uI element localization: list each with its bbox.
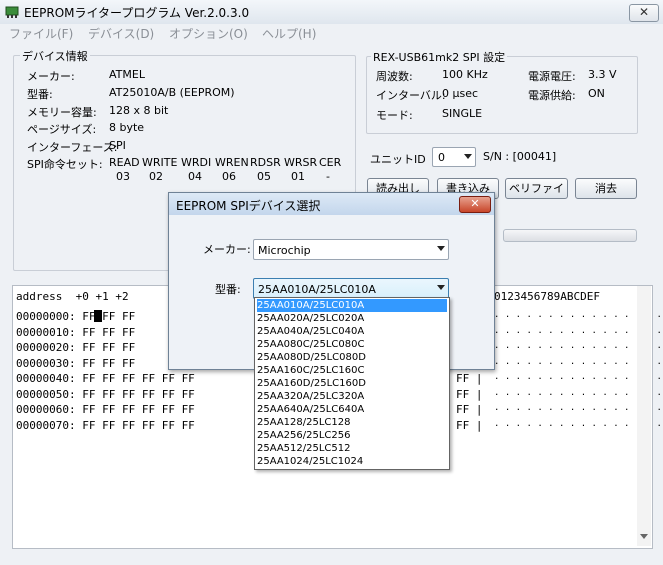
interval-label: インターバル: [376, 89, 446, 102]
model-dropdown-list: 25AA010A/25LC010A 25AA020A/25LC020A 25AA04… [254, 297, 450, 470]
hex-row-bytes: 00000050: FF FF FF FF FF FF [16, 387, 195, 401]
voltage-value: 3.3 V [588, 68, 617, 81]
chevron-down-icon [464, 154, 472, 159]
voltage-label: 電源電圧: [528, 70, 576, 83]
dialog-title: EEPROM SPIデバイス選択 [176, 199, 321, 213]
hex-row-tail: FF | [456, 403, 483, 416]
device-info-value: 8 byte [109, 121, 145, 134]
device-info-label: メーカー: [27, 70, 75, 83]
model-option[interactable]: 25AA080D/25LC080D [257, 351, 447, 364]
spi-cmd-name: RDSR [250, 156, 281, 169]
unit-id-label: ユニットID [370, 153, 426, 166]
hex-row-tail: FF | [456, 387, 483, 401]
dialog-close-button[interactable]: ✕ [459, 196, 491, 213]
menu-help[interactable]: ヘルプ(H) [262, 25, 316, 42]
window-title: EEPROMライタープログラム Ver.2.0.3.0 [24, 6, 250, 20]
spi-cmd-name: WRSR [284, 156, 318, 169]
spi-cmd-name: WRDI [181, 156, 212, 169]
spi-cmd-code: 03 [116, 170, 130, 183]
model-label: 型番: [215, 283, 241, 296]
device-info-label: 型番: [27, 88, 53, 101]
interval-value: 0 μsec [442, 87, 479, 100]
model-option[interactable]: 25AA256/25LC256 [257, 429, 447, 442]
model-option[interactable]: 25AA512/25LC512 [257, 442, 447, 455]
hex-row-tail: FF | [456, 418, 483, 432]
spi-cmd-label: SPI命令セット: [27, 158, 103, 171]
chip-icon [5, 6, 19, 18]
spi-cmd-name: WRITE [142, 156, 178, 169]
menu-bar: ファイル(F) デバイス(D) オプション(O) ヘルプ(H) [0, 24, 663, 42]
spi-cmd-code: 05 [257, 170, 271, 183]
model-value: 25AA010A/25LC010A [258, 283, 376, 296]
chevron-down-icon [437, 285, 445, 290]
dialog-title-bar: EEPROM SPIデバイス選択 ✕ [169, 193, 494, 215]
model-option[interactable]: 25AA640A/25LC640A [257, 403, 447, 416]
spi-cmd-code: - [326, 170, 330, 183]
device-info-value: AT25010A/B (EEPROM) [109, 86, 235, 99]
spi-cmd-name: WREN [215, 156, 249, 169]
serial-number: S/N : [00041] [483, 150, 557, 163]
unit-id-value: 0 [438, 151, 445, 164]
spi-cmd-name: CER [319, 156, 342, 169]
spi-cmd-code: 04 [188, 170, 202, 183]
device-info-legend: デバイス情報 [20, 48, 90, 64]
model-option[interactable]: 25AA160D/25LC160D [257, 377, 447, 390]
model-option[interactable]: 25AA020A/25LC020A [257, 312, 447, 325]
hex-row-bytes: 00000000: FF FF FF [16, 310, 136, 323]
maker-label: メーカー: [203, 243, 251, 256]
hex-row-bytes: 00000020: FF FF FF [16, 341, 136, 354]
hex-row-bytes: 00000070: FF FF FF FF FF FF [16, 418, 195, 432]
model-option[interactable]: 25AA1024/25LC1024 [257, 455, 447, 468]
menu-option[interactable]: オプション(O) [169, 25, 248, 42]
model-option[interactable]: 25AA160C/25LC160C [257, 364, 447, 377]
hex-row-bytes: 00000060: FF FF FF FF FF FF [16, 403, 195, 416]
model-option[interactable]: 25AA128/25LC128 [257, 416, 447, 429]
hex-header-ascii: 0123456789ABCDEF [494, 290, 600, 303]
spi-cmd-code: 02 [149, 170, 163, 183]
progress-bar [503, 229, 637, 242]
spi-settings-legend: REX-USB61mk2 SPI 設定 [371, 49, 508, 65]
device-info-label: インターフェース: [27, 141, 118, 154]
hex-header-address: address +0 +1 +2 [16, 290, 129, 303]
device-info-label: メモリー容量: [27, 106, 97, 119]
freq-value: 100 KHz [442, 68, 488, 81]
model-option[interactable]: 25AA010A/25LC010A [257, 299, 447, 312]
model-select[interactable]: 25AA010A/25LC010A [253, 278, 449, 299]
scroll-down-icon[interactable] [640, 534, 648, 539]
maker-value: Microchip [258, 244, 311, 257]
spi-cmd-code: 06 [222, 170, 236, 183]
model-option[interactable]: 25AA320A/25LC320A [257, 390, 447, 403]
device-info-value: SPI [109, 139, 126, 152]
spi-cmd-code: 01 [291, 170, 305, 183]
hex-row-bytes: 00000010: FF FF FF [16, 325, 136, 339]
mode-label: モード: [376, 109, 413, 122]
chevron-down-icon [437, 246, 445, 251]
title-bar: EEPROMライタープログラム Ver.2.0.3.0 ✕ [0, 0, 663, 25]
vertical-scrollbar[interactable] [637, 286, 651, 546]
device-info-label: ページサイズ: [27, 123, 97, 136]
spi-cmd-name: READ [109, 156, 140, 169]
unit-id-select[interactable]: 0 [432, 147, 476, 167]
mode-value: SINGLE [442, 107, 483, 120]
model-option[interactable]: 25AA040A/25LC040A [257, 325, 447, 338]
device-info-value: 128 x 8 bit [109, 104, 169, 117]
erase-button[interactable]: 消去 [575, 178, 637, 199]
maker-select[interactable]: Microchip [253, 239, 449, 260]
menu-device[interactable]: デバイス(D) [88, 25, 154, 42]
supply-label: 電源供給: [528, 89, 576, 102]
verify-button[interactable]: ベリファイ [505, 178, 568, 199]
hex-row-bytes: 00000040: FF FF FF FF FF FF [16, 372, 195, 385]
window-close-button[interactable]: ✕ [629, 4, 659, 22]
model-option[interactable]: 25AA080C/25LC080C [257, 338, 447, 351]
supply-value: ON [588, 87, 605, 100]
hex-row-bytes: 00000030: FF FF FF [16, 356, 136, 370]
menu-file[interactable]: ファイル(F) [9, 25, 73, 42]
hex-row-tail: FF | [456, 372, 483, 385]
freq-label: 周波数: [376, 70, 413, 83]
device-info-value: ATMEL [109, 68, 145, 81]
